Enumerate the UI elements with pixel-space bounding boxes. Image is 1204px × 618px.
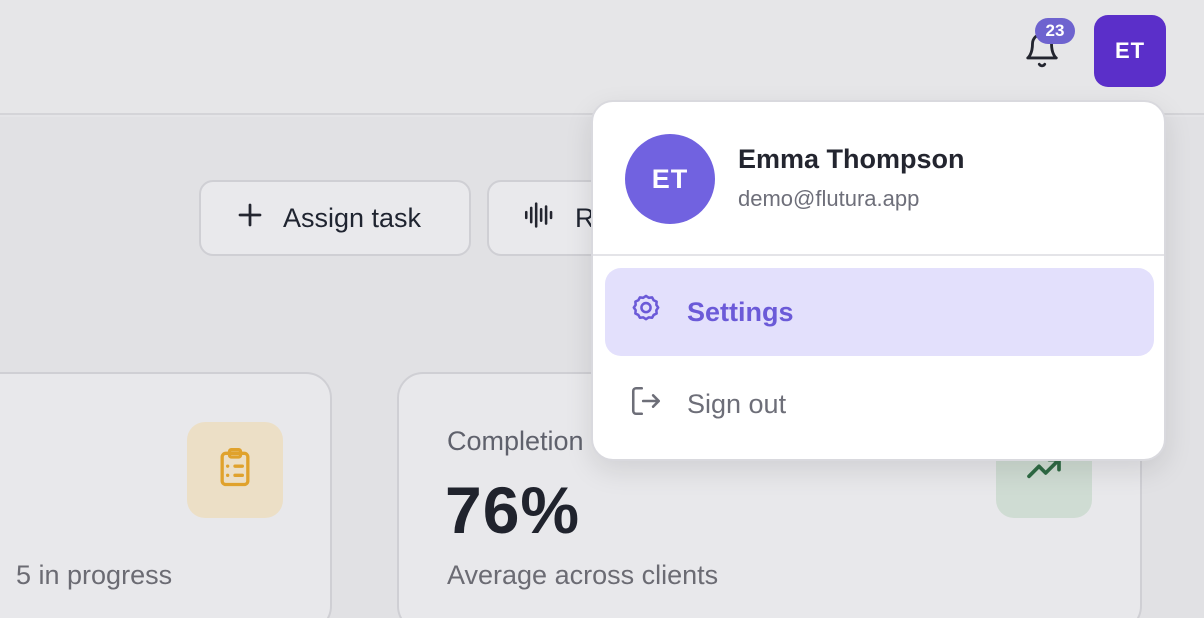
assign-task-label: Assign task (283, 202, 422, 233)
gear-icon (629, 292, 663, 333)
plus-icon (235, 200, 265, 237)
sign-out-icon (629, 384, 663, 425)
notification-count-badge: 23 (1035, 18, 1075, 44)
menu-divider (593, 254, 1164, 256)
assign-task-button[interactable]: Assign task (199, 180, 471, 256)
user-menu-dropdown: ET Emma Thompson demo@flutura.app Settin… (591, 100, 1166, 461)
completion-value: 76% (445, 473, 581, 547)
completion-caption: Average across clients (447, 560, 719, 590)
tasks-card: 5 in progress (0, 372, 332, 618)
menu-item-sign-out[interactable]: Sign out (605, 360, 1154, 448)
user-avatar-button[interactable]: ET (1094, 15, 1166, 87)
settings-label: Settings (687, 296, 794, 327)
user-menu-avatar: ET (625, 134, 715, 224)
user-email: demo@flutura.app (738, 186, 920, 211)
tasks-caption: 5 in progress (16, 560, 173, 590)
sign-out-label: Sign out (687, 388, 787, 419)
clipboard-tile (187, 422, 283, 518)
clipboard-list-icon (213, 444, 257, 497)
completion-label: Completion (447, 426, 584, 456)
menu-item-settings[interactable]: Settings (605, 268, 1154, 356)
user-name: Emma Thompson (738, 144, 965, 174)
waveform-icon (521, 198, 557, 239)
